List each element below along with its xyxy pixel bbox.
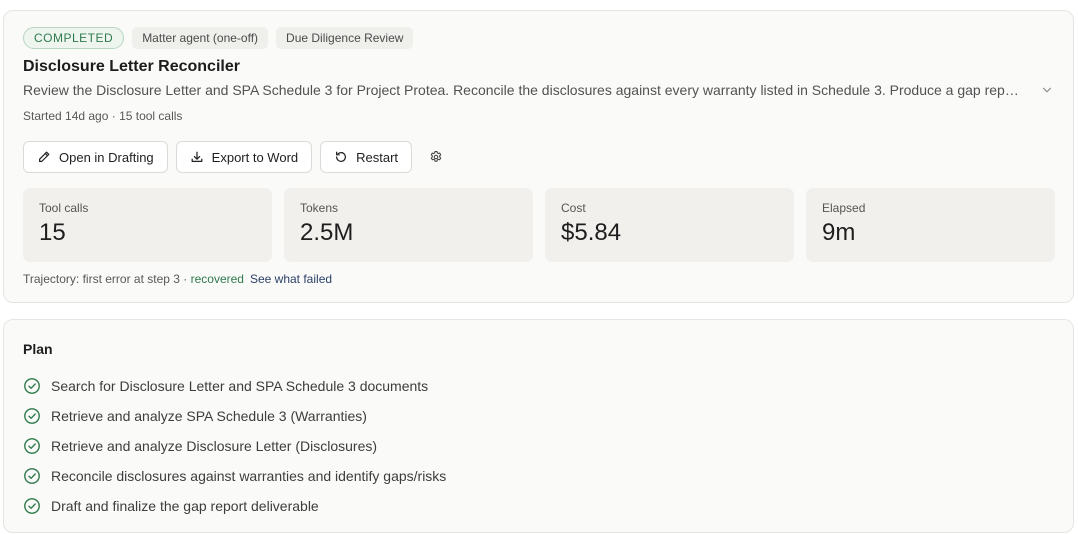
plan-item: Reconcile disclosures against warranties… xyxy=(23,461,446,491)
plan-item: Retrieve and analyze SPA Schedule 3 (War… xyxy=(23,401,446,431)
pencil-icon xyxy=(39,151,50,162)
status-badge: COMPLETED xyxy=(23,27,125,49)
stats-row: Tool calls 15 Tokens 2.5M Cost $5.84 Ela… xyxy=(23,188,1055,262)
check-circle-icon xyxy=(24,438,40,454)
stat-label: Cost xyxy=(561,201,586,215)
stat-label: Tool calls xyxy=(39,201,89,215)
export-to-word-button[interactable]: Export to Word xyxy=(175,141,313,173)
open-in-drafting-button[interactable]: Open in Drafting xyxy=(23,141,168,173)
check-circle-icon xyxy=(24,408,40,424)
stat-cost: Cost $5.84 xyxy=(545,188,794,262)
run-summary-card: COMPLETED Matter agent (one-off) Due Dil… xyxy=(3,10,1074,303)
export-to-word-label: Export to Word xyxy=(211,149,299,165)
agent-title: Disclosure Letter Reconciler xyxy=(23,58,240,75)
open-in-drafting-label: Open in Drafting xyxy=(59,149,154,165)
chevron-down-icon[interactable] xyxy=(1040,83,1054,97)
download-icon xyxy=(191,151,203,162)
check-circle-icon xyxy=(24,378,40,394)
action-bar: Open in Drafting Export to Word Restart xyxy=(23,141,452,173)
check-circle-icon xyxy=(24,498,40,514)
stat-tokens: Tokens 2.5M xyxy=(284,188,533,262)
plan-item-label: Draft and finalize the gap report delive… xyxy=(51,498,319,514)
run-meta: Started 14d ago · 15 tool calls xyxy=(23,109,183,123)
trajectory-status: recovered xyxy=(190,272,244,286)
plan-card: Plan Search for Disclosure Letter and SP… xyxy=(3,319,1074,533)
plan-item: Search for Disclosure Letter and SPA Sch… xyxy=(23,371,446,401)
stat-value: 15 xyxy=(39,219,66,246)
gear-icon xyxy=(430,151,442,162)
agent-description: Review the Disclosure Letter and SPA Sch… xyxy=(23,82,1025,98)
trajectory-text: Trajectory: first error at step 3 · xyxy=(23,272,191,286)
stat-value: 9m xyxy=(822,219,856,246)
restart-icon xyxy=(336,151,347,162)
plan-item-label: Reconcile disclosures against warranties… xyxy=(51,468,447,484)
trajectory-summary: Trajectory: first error at step 3 · reco… xyxy=(23,272,332,286)
plan-item: Retrieve and analyze Disclosure Letter (… xyxy=(23,431,446,461)
see-what-failed-link[interactable]: See what failed xyxy=(250,272,332,286)
stat-elapsed: Elapsed 9m xyxy=(806,188,1055,262)
plan-title: Plan xyxy=(23,341,53,357)
check-circle-icon xyxy=(24,468,40,484)
badge-row: COMPLETED Matter agent (one-off) Due Dil… xyxy=(23,27,414,49)
plan-list: Search for Disclosure Letter and SPA Sch… xyxy=(23,371,446,521)
workflow-tag: Due Diligence Review xyxy=(276,27,414,49)
agent-type-tag: Matter agent (one-off) xyxy=(132,27,269,49)
restart-label: Restart xyxy=(356,149,399,165)
plan-item-label: Retrieve and analyze Disclosure Letter (… xyxy=(51,438,378,454)
stat-tool-calls: Tool calls 15 xyxy=(23,188,272,262)
plan-item-label: Retrieve and analyze SPA Schedule 3 (War… xyxy=(51,408,367,424)
stat-label: Tokens xyxy=(300,201,339,215)
plan-item: Draft and finalize the gap report delive… xyxy=(23,491,446,521)
settings-button[interactable] xyxy=(420,141,452,173)
stat-value: 2.5M xyxy=(300,219,354,246)
restart-button[interactable]: Restart xyxy=(320,141,413,173)
stat-label: Elapsed xyxy=(822,201,866,215)
plan-item-label: Search for Disclosure Letter and SPA Sch… xyxy=(51,378,429,394)
stat-value: $5.84 xyxy=(561,219,622,246)
